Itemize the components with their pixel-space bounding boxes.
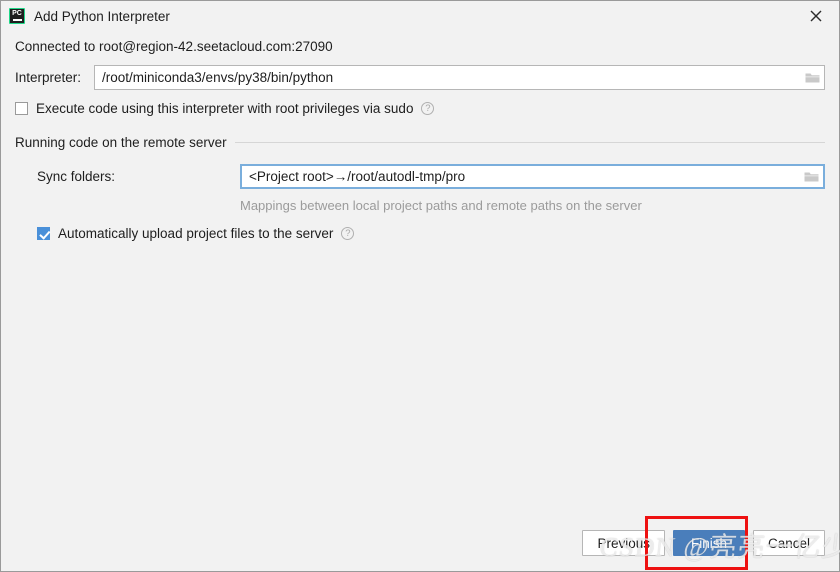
- pycharm-icon: PC: [9, 8, 25, 24]
- sync-folders-value: <Project root>→/root/autodl-tmp/pro: [249, 169, 466, 184]
- remote-server-group-header: Running code on the remote server: [15, 135, 825, 150]
- connection-status: Connected to root@region-42.seetacloud.c…: [15, 39, 333, 54]
- sync-folders-browse-button[interactable]: [799, 166, 823, 187]
- close-icon: [810, 10, 822, 21]
- previous-button[interactable]: Previous: [582, 530, 665, 556]
- finish-button[interactable]: Finish: [672, 530, 745, 556]
- folder-icon: [804, 172, 818, 181]
- interpreter-row: Interpreter: /root/miniconda3/envs/py38/…: [15, 65, 825, 90]
- group-divider: [234, 142, 825, 143]
- auto-upload-checkbox-label: Automatically upload project files to th…: [58, 226, 334, 241]
- sudo-checkbox-row: Execute code using this interpreter with…: [15, 101, 825, 116]
- sudo-checkbox[interactable]: [15, 102, 28, 115]
- cancel-button[interactable]: Cancel: [752, 530, 825, 556]
- close-button[interactable]: [793, 1, 839, 30]
- dialog-footer: Previous Finish Cancel: [1, 515, 839, 571]
- interpreter-browse-button[interactable]: [800, 66, 824, 89]
- title-bar: PC Add Python Interpreter: [1, 1, 839, 31]
- help-icon[interactable]: ?: [341, 227, 355, 240]
- remote-server-group-title: Running code on the remote server: [15, 135, 227, 150]
- sync-folders-label: Sync folders:: [37, 169, 116, 184]
- interpreter-value: /root/miniconda3/envs/py38/bin/python: [102, 70, 334, 85]
- sudo-checkbox-label: Execute code using this interpreter with…: [36, 101, 414, 116]
- sync-folders-field-wrapper: <Project root>→/root/autodl-tmp/pro: [240, 164, 825, 189]
- folder-icon: [805, 73, 819, 82]
- pycharm-icon-text: PC: [12, 10, 22, 17]
- interpreter-label: Interpreter:: [15, 70, 82, 85]
- dialog-content: Connected to root@region-42.seetacloud.c…: [1, 31, 839, 515]
- sync-folders-row: Sync folders: <Project root>→/root/autod…: [15, 164, 825, 189]
- sync-folders-input[interactable]: <Project root>→/root/autodl-tmp/pro: [240, 164, 825, 189]
- help-icon[interactable]: ?: [421, 102, 435, 115]
- page-title: Add Python Interpreter: [34, 8, 170, 24]
- sync-folders-hint: Mappings between local project paths and…: [240, 198, 642, 213]
- add-python-interpreter-dialog: PC Add Python Interpreter Connected to r…: [0, 0, 840, 572]
- auto-upload-checkbox-row: Automatically upload project files to th…: [37, 226, 825, 241]
- pycharm-icon-bar: [12, 19, 22, 21]
- interpreter-input[interactable]: /root/miniconda3/envs/py38/bin/python: [94, 65, 825, 90]
- auto-upload-checkbox[interactable]: [37, 227, 50, 240]
